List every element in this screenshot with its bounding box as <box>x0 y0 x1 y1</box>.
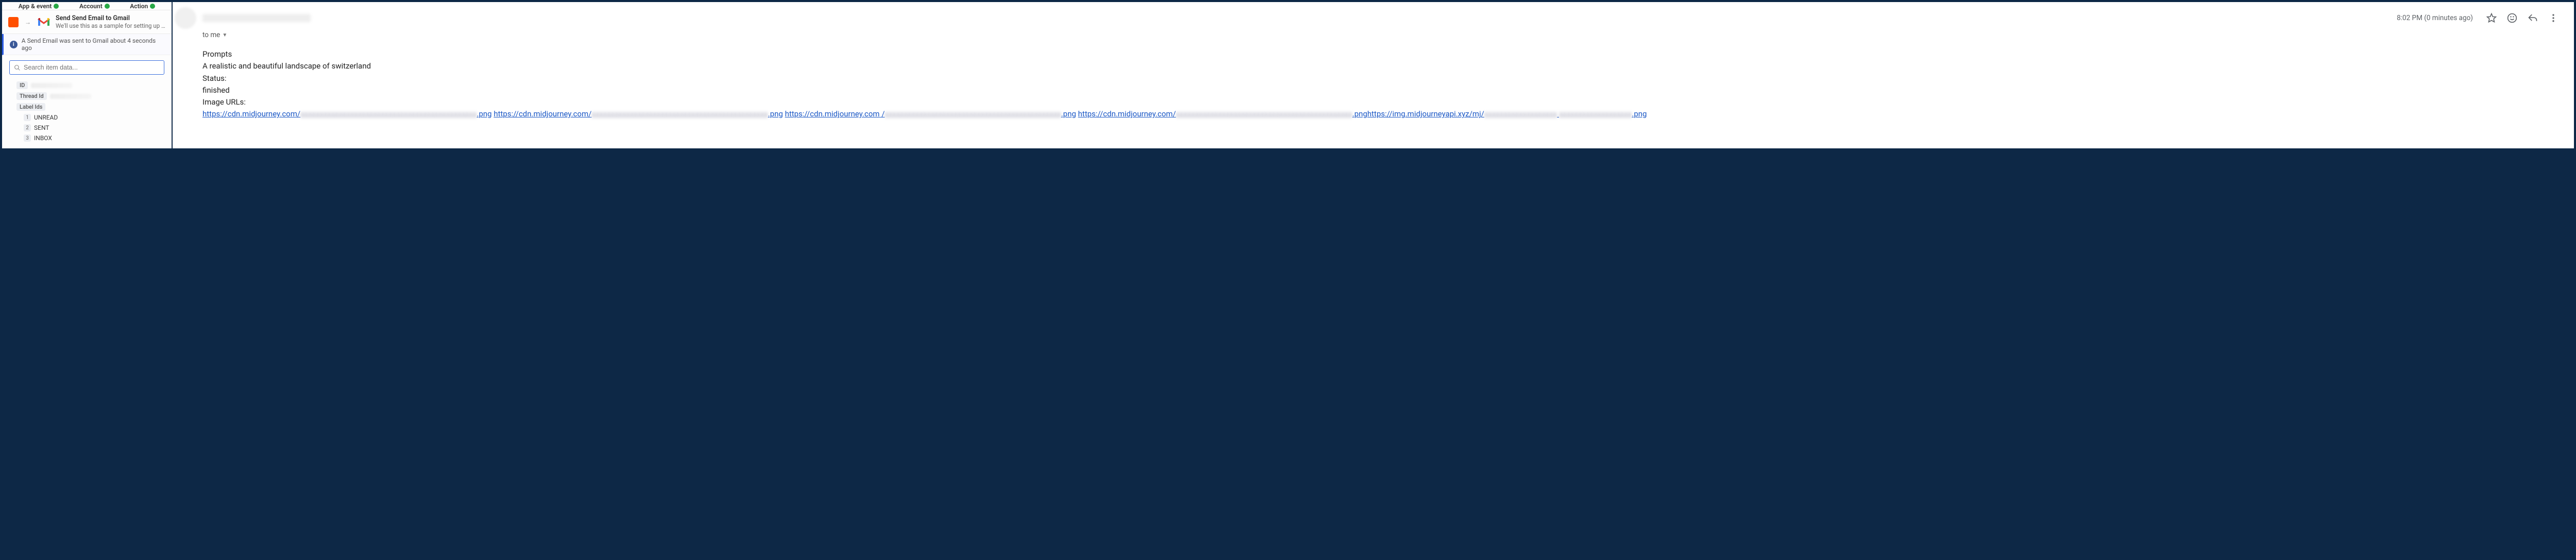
image-url-link[interactable]: https://cdn.midjourney.com /xxxxxxxxxxxx… <box>785 109 1076 118</box>
star-icon[interactable] <box>2486 13 2497 23</box>
body-line: Image URLs: <box>202 96 2558 108</box>
field-label: Thread Id <box>16 92 47 100</box>
image-url-link[interactable]: https://cdn.midjourney.com/xxxxxxxxxxxxx… <box>1078 109 1367 118</box>
search-icon <box>14 64 21 71</box>
blurred-value <box>50 94 91 99</box>
check-icon <box>54 4 59 9</box>
event-title: Send Send Email to Gmail <box>56 14 165 22</box>
image-url-link[interactable]: https://img.midjourneyapi.xyz/mj/xxxxxxx… <box>1367 109 1647 118</box>
image-url-link[interactable]: https://cdn.midjourney.com/xxxxxxxxxxxxx… <box>202 109 492 118</box>
event-text: Send Send Email to Gmail We'll use this … <box>56 14 165 29</box>
info-banner: i A Send Email was sent to Gmail about 4… <box>2 34 172 55</box>
index-chip: 2 <box>24 124 31 131</box>
field-label-ids[interactable]: Label Ids <box>16 101 164 112</box>
gmail-message-view: 8:02 PM (0 minutes ago) to me ▼ Prompts … <box>173 2 2574 148</box>
more-icon[interactable] <box>2548 13 2558 23</box>
index-chip: 3 <box>24 134 31 142</box>
arrow-icon: → <box>24 19 32 26</box>
chevron-down-icon: ▼ <box>222 32 227 38</box>
event-card[interactable]: → Send Send Email to Gmail We'll use thi… <box>2 10 172 34</box>
config-tabs: App & event Account Action <box>2 2 172 10</box>
label-value: UNREAD <box>34 114 58 121</box>
info-icon: i <box>10 41 18 48</box>
event-sub: We'll use this as a sample for setting u… <box>56 22 165 29</box>
item-data-list: ID Thread Id Label Ids 1UNREAD 2SENT 3IN… <box>2 80 172 148</box>
label-row[interactable]: 3INBOX <box>16 133 164 143</box>
check-icon <box>105 4 110 9</box>
tab-label: App & event <box>19 3 52 10</box>
label-row[interactable]: 2SENT <box>16 123 164 133</box>
to-text: to me <box>202 31 220 39</box>
field-label: Label Ids <box>16 103 45 111</box>
blurred-value <box>31 83 72 88</box>
body-line: finished <box>202 84 2558 96</box>
tab-label: Action <box>130 3 148 10</box>
body-line: A realistic and beautiful landscape of s… <box>202 60 2558 72</box>
to-line[interactable]: to me ▼ <box>202 31 2558 39</box>
label-value: INBOX <box>34 134 52 142</box>
tab-app-event[interactable]: App & event <box>19 3 59 10</box>
field-id[interactable]: ID <box>16 80 164 91</box>
field-label: ID <box>16 81 28 89</box>
timestamp: 8:02 PM (0 minutes ago) <box>2397 14 2473 22</box>
sender-name-blurred <box>202 14 311 22</box>
url-lines: https://cdn.midjourney.com/xxxxxxxxxxxxx… <box>202 108 2558 120</box>
search-input[interactable] <box>9 60 164 75</box>
search-field[interactable] <box>24 64 160 71</box>
reply-icon[interactable] <box>2528 13 2538 23</box>
index-chip: 1 <box>24 114 31 121</box>
body-line: Prompts <box>202 48 2558 60</box>
tab-label: Account <box>79 3 103 10</box>
image-url-link[interactable]: https://cdn.midjourney.com/xxxxxxxxxxxxx… <box>494 109 783 118</box>
zapier-icon <box>8 17 19 27</box>
email-body: Prompts A realistic and beautiful landsc… <box>202 48 2558 121</box>
field-thread-id[interactable]: Thread Id <box>16 91 164 101</box>
email-header: 8:02 PM (0 minutes ago) <box>178 7 2558 29</box>
check-icon <box>150 4 155 9</box>
avatar <box>175 7 196 29</box>
label-row[interactable]: 1UNREAD <box>16 112 164 123</box>
gmail-icon <box>37 17 50 27</box>
email-actions: 8:02 PM (0 minutes ago) <box>2397 13 2558 23</box>
body-line: Status: <box>202 73 2558 84</box>
info-text: A Send Email was sent to Gmail about 4 s… <box>22 37 165 52</box>
label-value: SENT <box>34 124 49 131</box>
zapier-panel: App & event Account Action → Send Send E… <box>2 2 173 148</box>
emoji-icon[interactable] <box>2507 13 2517 23</box>
tab-account[interactable]: Account <box>79 3 110 10</box>
tab-action[interactable]: Action <box>130 3 155 10</box>
sender-row <box>178 7 311 29</box>
